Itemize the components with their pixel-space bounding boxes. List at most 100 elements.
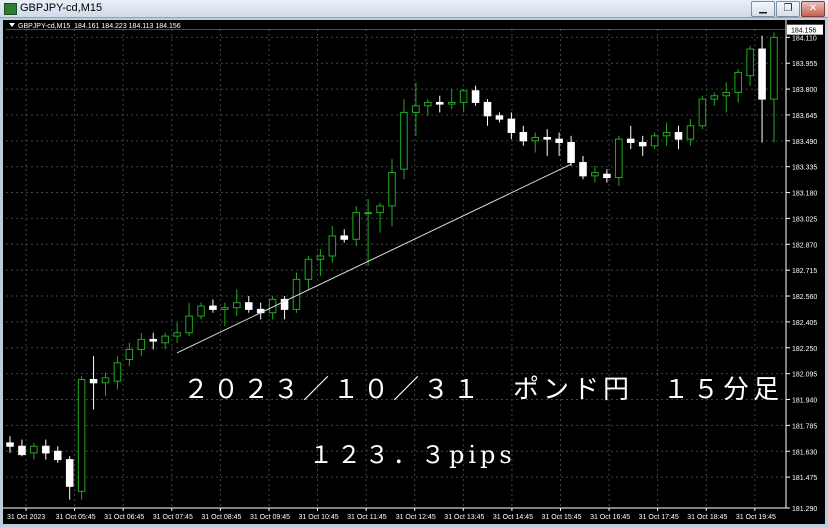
time-label: 31 Oct 12:45 (396, 514, 436, 521)
time-label: 31 Oct 19:45 (736, 514, 776, 521)
symbol-header: GBPJPY-cd,M15 184.161 184.223 184.113 18… (9, 23, 181, 30)
bear-candle (471, 90, 480, 103)
price-label: 181.785 (792, 423, 817, 430)
mt4-chart-window: GBPJPY-cd,M15 ▁ ❐ ✕ 184.110 183.955 183.80… (0, 0, 828, 527)
price-label: 181.475 (792, 475, 817, 482)
bear-candle (507, 118, 516, 133)
time-label: 31 Oct 10:45 (299, 514, 339, 521)
bull-candle (221, 307, 229, 310)
bear-candle (149, 338, 158, 342)
bull-candle (734, 71, 742, 93)
bear-candle (674, 131, 683, 140)
price-label: 182.405 (792, 320, 817, 327)
bear-candle (543, 136, 551, 140)
bear-candle (758, 48, 766, 100)
bear-candle (340, 235, 349, 240)
bear-candle (638, 141, 647, 147)
bull-candle (376, 205, 384, 214)
bull-candle (459, 90, 468, 103)
price-label: 182.250 (792, 346, 817, 353)
bull-candle (364, 212, 372, 215)
bear-candle (579, 162, 587, 177)
bull-candle (662, 131, 671, 137)
bull-candle (77, 378, 86, 492)
bear-candle (209, 305, 217, 310)
bull-candle (531, 136, 540, 142)
bull-candle (185, 315, 193, 334)
bull-candle (447, 101, 456, 105)
chart-window-icon (4, 3, 17, 15)
bull-candle (424, 101, 432, 107)
bull-candle (722, 91, 731, 97)
bear-candle (42, 445, 50, 454)
restore-button[interactable]: ❐ (776, 1, 800, 17)
price-label: 183.025 (792, 216, 817, 223)
overlay-pips: １２３．３pips (309, 441, 516, 469)
bull-candle (746, 48, 754, 77)
bull-candle (316, 255, 325, 260)
bear-candle (89, 378, 98, 384)
window-title: GBPJPY-cd,M15 (20, 2, 103, 14)
price-label: 182.095 (792, 372, 817, 379)
price-label: 182.560 (792, 294, 817, 301)
time-label: 31 Oct 16:45 (590, 514, 630, 521)
time-label: 31 Oct 18:45 (687, 514, 727, 521)
bear-candle (483, 101, 492, 117)
bear-candle (555, 138, 563, 143)
bear-candle (567, 141, 575, 164)
time-label: 31 Oct 17:45 (639, 514, 679, 521)
bull-candle (650, 135, 659, 147)
bear-candle (53, 450, 62, 461)
close-button[interactable]: ✕ (801, 1, 825, 17)
bear-candle (6, 442, 14, 447)
time-label: 31 Oct 06:45 (104, 514, 144, 521)
bull-candle (328, 235, 337, 257)
bull-candle (615, 138, 623, 179)
ohlc-readout: 184.161 184.223 184.113 184.156 (74, 23, 181, 30)
time-label: 31 Oct 11:45 (347, 514, 387, 521)
bull-candle (686, 125, 695, 140)
price-label: 183.955 (792, 61, 817, 68)
time-label: 31 Oct 13:45 (444, 514, 484, 521)
minimize-button[interactable]: ▁ (751, 1, 775, 17)
bear-candle (244, 302, 253, 310)
price-label: 181.290 (792, 506, 817, 513)
bear-candle (65, 459, 74, 487)
price-label: 183.800 (792, 87, 817, 94)
current-price-label: 184.156 (791, 28, 816, 35)
bear-candle (626, 138, 635, 143)
bear-candle (519, 131, 528, 142)
bull-candle (710, 95, 719, 100)
bull-candle (412, 105, 420, 113)
bull-candle (125, 348, 134, 360)
price-label: 181.940 (792, 398, 817, 405)
bull-candle (352, 212, 360, 240)
bull-candle (400, 111, 408, 170)
price-label: 183.645 (792, 113, 817, 120)
bull-candle (137, 338, 146, 350)
price-label: 183.490 (792, 139, 817, 146)
bull-candle (113, 362, 122, 382)
time-label: 31 Oct 2023 (7, 514, 45, 521)
price-label: 181.630 (792, 449, 817, 456)
bull-candle (197, 305, 205, 317)
time-label: 31 Oct 08:45 (201, 514, 241, 521)
bull-candle (101, 377, 110, 384)
bear-candle (18, 445, 26, 456)
dropdown-arrow-icon (9, 23, 15, 27)
time-label: 31 Oct 15:45 (541, 514, 581, 521)
time-label: 31 Oct 05:45 (56, 514, 96, 521)
bull-candle (770, 36, 778, 100)
price-label: 182.715 (792, 268, 817, 275)
time-label: 31 Oct 14:45 (493, 514, 533, 521)
time-label: 31 Oct 07:45 (153, 514, 193, 521)
bull-candle (388, 172, 396, 207)
price-label: 184.110 (792, 35, 817, 42)
title-bar[interactable]: GBPJPY-cd,M15 ▁ ❐ ✕ (0, 0, 828, 18)
price-label: 182.870 (792, 242, 817, 249)
bull-candle (591, 172, 599, 177)
price-label: 183.180 (792, 191, 817, 198)
overlay-title: ２０２３／１０／３１ ポンド円 １５分足 (183, 375, 784, 405)
bear-candle (495, 115, 504, 120)
bull-candle (304, 258, 313, 280)
